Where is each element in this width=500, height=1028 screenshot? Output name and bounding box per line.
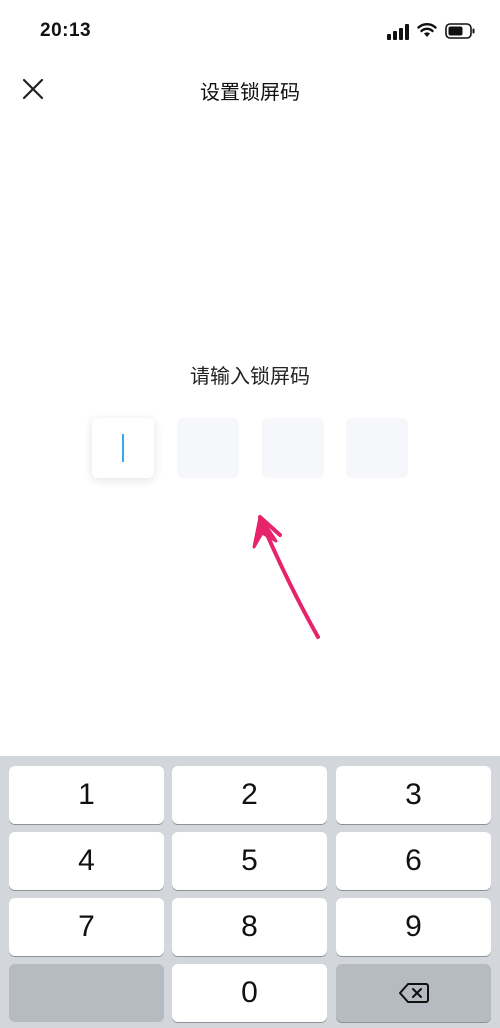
key-blank bbox=[9, 964, 164, 1022]
key-8[interactable]: 8 bbox=[172, 898, 327, 956]
key-6[interactable]: 6 bbox=[336, 832, 491, 890]
signal-icon bbox=[387, 24, 409, 40]
passcode-prompt: 请输入锁屏码 bbox=[190, 364, 310, 388]
annotation-arrow-icon bbox=[252, 515, 320, 639]
page-title: 设置锁屏码 bbox=[200, 80, 300, 104]
key-7[interactable]: 7 bbox=[9, 898, 164, 956]
backspace-icon bbox=[398, 983, 429, 1003]
numeric-keypad: 1 2 3 4 5 6 7 8 9 0 bbox=[0, 756, 500, 1028]
status-bar: 20:13 bbox=[0, 0, 500, 62]
passcode-input[interactable] bbox=[92, 418, 408, 478]
status-time: 20:13 bbox=[40, 20, 92, 41]
passcode-digit-box-3[interactable] bbox=[262, 418, 324, 478]
key-2[interactable]: 2 bbox=[172, 766, 327, 824]
key-3[interactable]: 3 bbox=[336, 766, 491, 824]
wifi-icon bbox=[417, 23, 437, 37]
battery-icon bbox=[445, 23, 475, 39]
passcode-digit-box-4[interactable] bbox=[346, 418, 408, 478]
key-9[interactable]: 9 bbox=[336, 898, 491, 956]
key-5[interactable]: 5 bbox=[172, 832, 327, 890]
passcode-digit-box-2[interactable] bbox=[177, 418, 239, 478]
passcode-digit-box-1[interactable] bbox=[92, 418, 154, 478]
key-4[interactable]: 4 bbox=[9, 832, 164, 890]
key-0[interactable]: 0 bbox=[172, 964, 327, 1022]
key-1[interactable]: 1 bbox=[9, 766, 164, 824]
backspace-button[interactable] bbox=[336, 964, 491, 1022]
screen: 20:13 设置锁屏码 请输入锁屏码 1 2 3 4 5 6 7 8 9 0 bbox=[0, 0, 500, 1028]
text-cursor bbox=[122, 434, 124, 462]
